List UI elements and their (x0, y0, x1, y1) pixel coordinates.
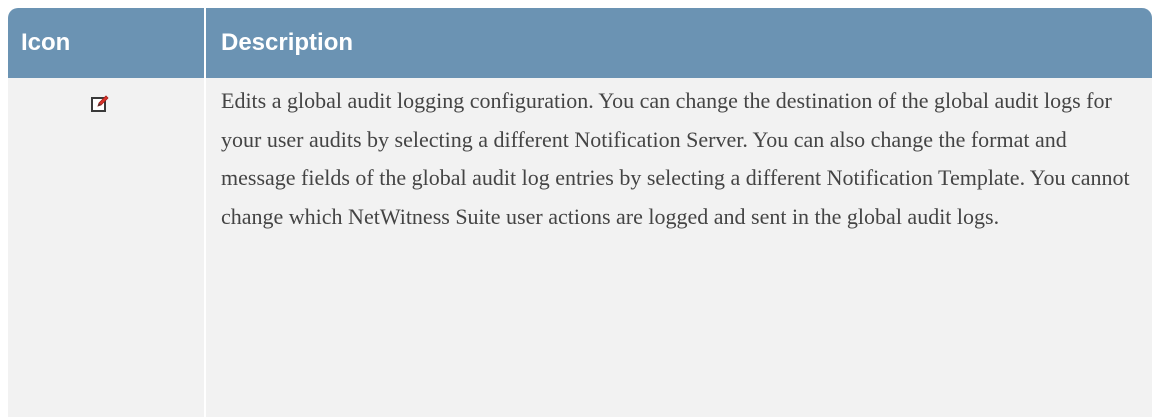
icon-description-table: Icon Description Edits a global audit lo… (8, 8, 1152, 417)
edit-icon (90, 94, 112, 116)
table-header-row: Icon Description (8, 8, 1152, 78)
header-description: Description (205, 8, 1152, 78)
table-row: Edits a global audit logging configurati… (8, 78, 1152, 417)
header-icon: Icon (8, 8, 206, 78)
icon-cell (8, 78, 206, 417)
description-cell: Edits a global audit logging configurati… (205, 78, 1152, 417)
